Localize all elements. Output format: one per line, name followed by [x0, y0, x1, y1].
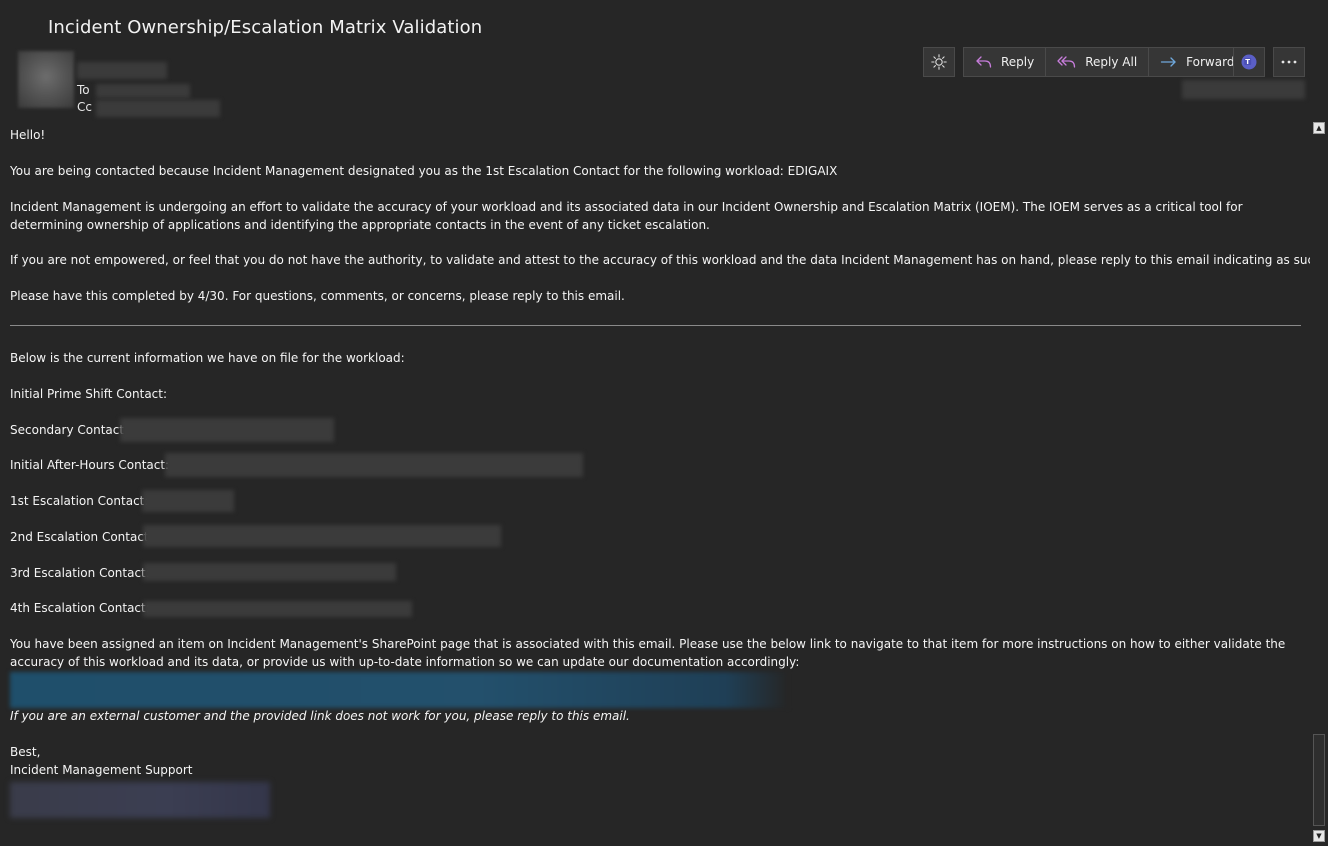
signature-redacted [10, 782, 270, 818]
secondary-contact-redacted [120, 418, 334, 442]
reply-all-label: Reply All [1085, 55, 1138, 69]
forward-label: Forward [1186, 55, 1235, 69]
more-actions-button[interactable] [1273, 47, 1305, 77]
esc4-contact-redacted [143, 601, 412, 617]
arrow-down-icon: ▼ [1316, 831, 1322, 840]
teams-button[interactable]: T [1233, 47, 1265, 77]
reply-button[interactable]: Reply [964, 48, 1047, 76]
scroll-down-button[interactable]: ▼ [1313, 830, 1325, 842]
email-reading-pane: Incident Ownership/Escalation Matrix Val… [0, 0, 1328, 846]
secondary-contact-label: Secondary Contact: [10, 423, 129, 437]
to-recipients-redacted[interactable] [96, 84, 190, 98]
greeting: Hello! [10, 128, 46, 142]
sun-icon [931, 54, 947, 70]
reply-icon [975, 55, 993, 69]
sharepoint-link-redacted[interactable] [10, 672, 788, 708]
paragraph-sharepoint: You have been assigned an item on Incide… [10, 637, 1286, 669]
sender-name-redacted [77, 62, 167, 79]
prime-shift-contact-label: Initial Prime Shift Contact: [10, 387, 168, 401]
paragraph-designation: You are being contacted because Incident… [10, 164, 838, 178]
esc1-contact-redacted [142, 490, 234, 512]
forward-button[interactable]: Forward [1149, 48, 1245, 76]
paragraph-ioem: Incident Management is undergoing an eff… [10, 200, 1243, 232]
email-subject: Incident Ownership/Escalation Matrix Val… [48, 17, 483, 38]
paragraph-deadline: Please have this completed by 4/30. For … [10, 289, 625, 303]
signature-team: Incident Management Support [10, 763, 193, 777]
reply-label: Reply [1001, 55, 1035, 69]
sender-avatar[interactable] [18, 51, 74, 108]
forward-icon [1160, 55, 1178, 69]
after-hours-contact-redacted [165, 453, 583, 477]
reply-all-icon [1057, 55, 1077, 69]
arrow-up-icon: ▲ [1316, 123, 1322, 132]
signoff: Best, [10, 745, 41, 759]
scroll-up-button[interactable]: ▲ [1313, 122, 1325, 134]
reply-all-button[interactable]: Reply All [1046, 48, 1150, 76]
vertical-scrollbar[interactable]: ▲ ▼ [1310, 118, 1328, 846]
teams-icon: T [1240, 53, 1258, 71]
paragraph-authority: If you are not empowered, or feel that y… [10, 253, 1326, 267]
esc2-contact-redacted [143, 525, 501, 547]
esc1-contact-label: 1st Escalation Contact: [10, 494, 149, 508]
scroll-thumb[interactable] [1313, 734, 1325, 826]
more-icon [1281, 60, 1297, 64]
esc4-contact-label: 4th Escalation Contact: [10, 601, 150, 615]
after-hours-contact-label: Initial After-Hours Contact: [10, 458, 170, 472]
external-customer-note: If you are an external customer and the … [10, 709, 630, 723]
info-intro: Below is the current information we have… [10, 351, 405, 365]
esc2-contact-label: 2nd Escalation Contact: [10, 530, 153, 544]
reply-actions-group: Reply Reply All Forward [963, 47, 1247, 77]
to-label: To [77, 83, 90, 97]
horizontal-divider [10, 325, 1301, 326]
cc-label: Cc [77, 100, 92, 114]
svg-text:T: T [1245, 58, 1250, 66]
esc3-contact-label: 3rd Escalation Contact: [10, 566, 150, 580]
theme-toggle-button[interactable] [923, 47, 955, 77]
sent-date-redacted [1182, 80, 1305, 99]
esc3-contact-redacted [143, 563, 396, 581]
cc-recipients-redacted[interactable] [96, 100, 220, 117]
